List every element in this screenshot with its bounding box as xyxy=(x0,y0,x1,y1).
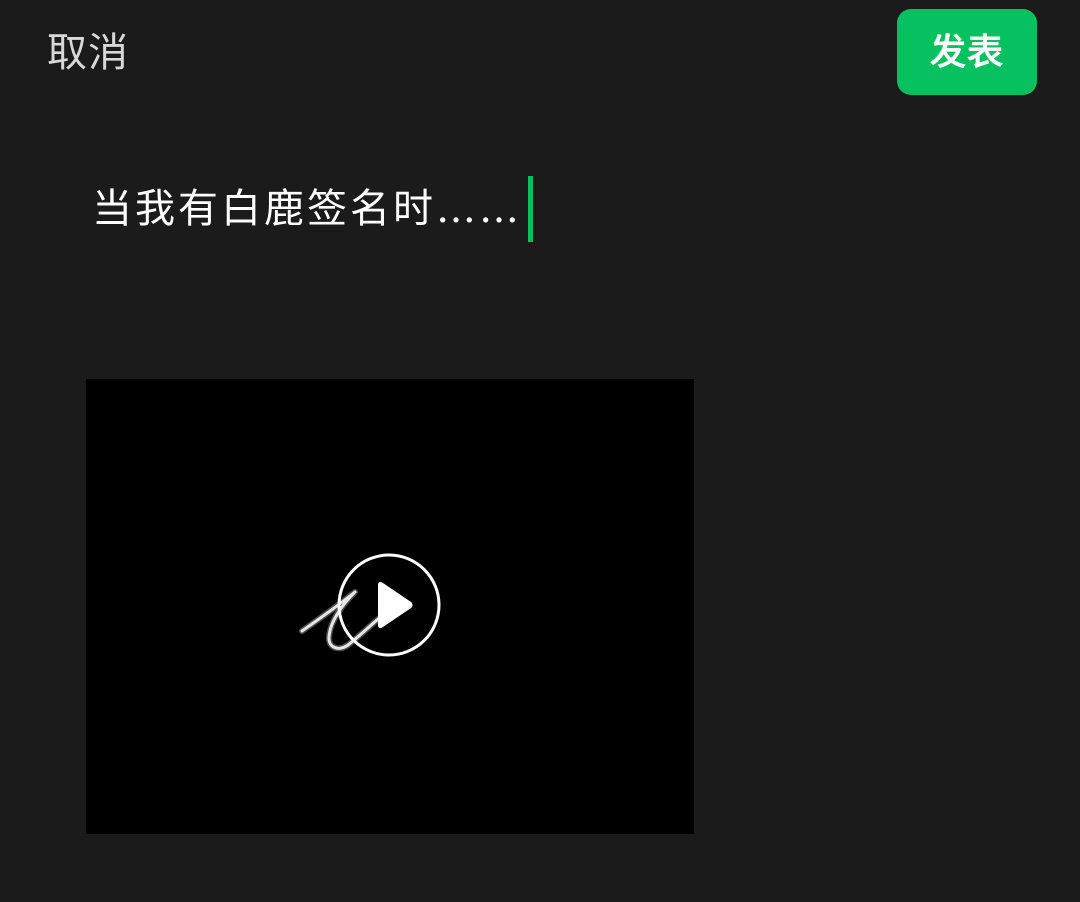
play-icon[interactable] xyxy=(337,553,441,657)
video-preview[interactable] xyxy=(86,379,694,834)
publish-button[interactable]: 发表 xyxy=(897,9,1037,95)
post-text-input[interactable]: 当我有白鹿签名时…… xyxy=(92,176,533,242)
cancel-button[interactable]: 取消 xyxy=(47,26,129,80)
text-cursor xyxy=(528,176,533,242)
post-text: 当我有白鹿签名时…… xyxy=(92,186,522,232)
